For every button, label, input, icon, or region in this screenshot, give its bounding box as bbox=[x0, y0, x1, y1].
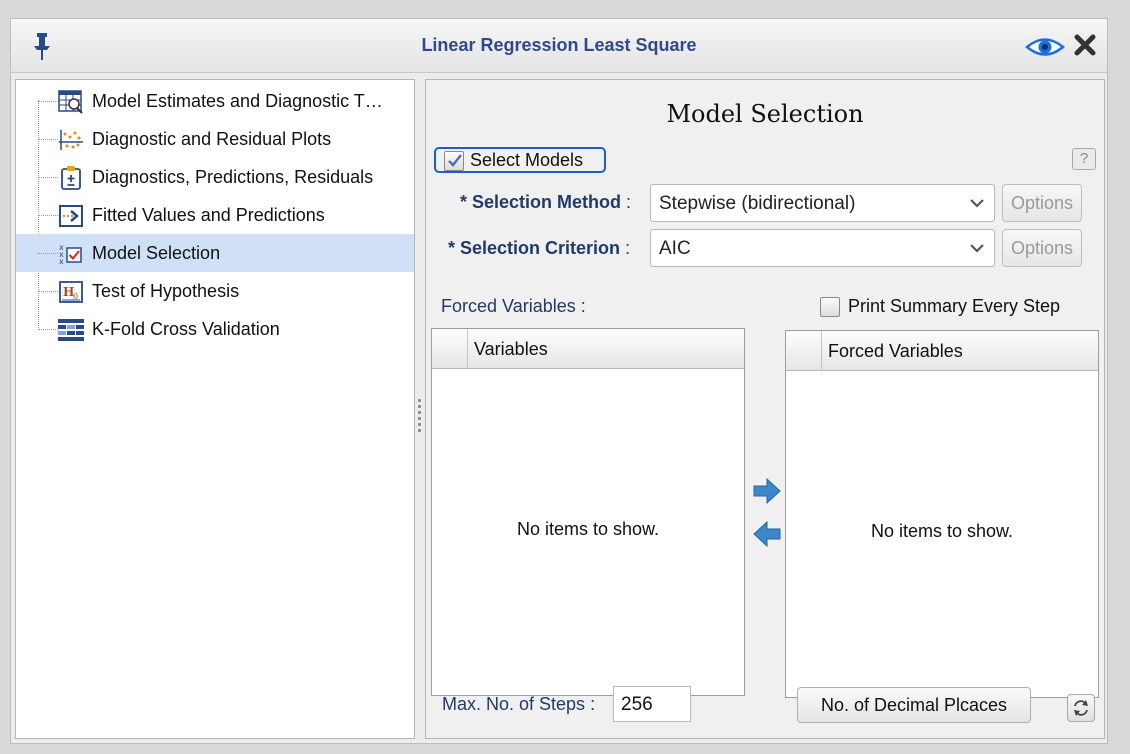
variables-empty-message: No items to show. bbox=[516, 519, 660, 539]
checkbox[interactable] bbox=[820, 297, 840, 317]
model-selection-panel: Model Selection Select Models ? * Select… bbox=[425, 79, 1105, 739]
check-icon bbox=[448, 154, 462, 167]
eye-icon[interactable] bbox=[1025, 36, 1065, 58]
max-steps-label: Max. No. of Steps : bbox=[442, 694, 595, 715]
main-window: Linear Regression Least Square Model Est… bbox=[10, 18, 1108, 744]
tree-item-fitted-values[interactable]: Fitted Values and Predictions bbox=[16, 196, 414, 234]
forced-variables-text: Forced Variables bbox=[441, 296, 576, 316]
colon: : bbox=[580, 296, 586, 316]
tree-item-label: Model Selection bbox=[92, 243, 221, 263]
colon: : bbox=[625, 238, 631, 258]
kfold-grid-icon bbox=[58, 319, 84, 341]
model-selection-icon: x x x bbox=[59, 243, 82, 266]
tree-item-label: K-Fold Cross Validation bbox=[92, 319, 280, 339]
select-all-cell[interactable] bbox=[432, 329, 468, 369]
clipboard-plusminus-icon bbox=[61, 166, 81, 190]
panel-splitter[interactable] bbox=[417, 399, 423, 439]
arrow-box-icon bbox=[59, 205, 83, 227]
title-bar: Linear Regression Least Square bbox=[11, 19, 1107, 73]
tree-item-diagnostics-predictions[interactable]: Diagnostics, Predictions, Residuals bbox=[16, 158, 414, 196]
selection-criterion-dropdown[interactable]: AIC bbox=[650, 229, 995, 267]
selection-method-value: Stepwise (bidirectional) bbox=[659, 193, 856, 214]
chevron-down-icon bbox=[970, 244, 984, 253]
colon: : bbox=[590, 694, 596, 714]
forced-variables-empty-message: No items to show. bbox=[870, 521, 1014, 541]
selection-method-label: * Selection Method : bbox=[460, 192, 631, 213]
print-summary-label: Print Summary Every Step bbox=[848, 296, 1061, 316]
help-button[interactable]: ? bbox=[1072, 148, 1096, 170]
colon: : bbox=[626, 192, 632, 212]
tree-item-label: Diagnostic and Residual Plots bbox=[92, 129, 332, 149]
forced-variables-label: Forced Variables : bbox=[441, 296, 586, 317]
tree-item-model-selection[interactable]: x x x Model Selection bbox=[16, 234, 414, 272]
decimal-places-button[interactable]: No. of Decimal Plcaces bbox=[797, 687, 1031, 723]
forced-variables-header-label: Forced Variables bbox=[828, 341, 963, 361]
navigation-tree: Model Estimates and Diagnostic T… Diagno… bbox=[15, 79, 415, 739]
checkbox[interactable] bbox=[444, 151, 464, 171]
selection-criterion-options-button[interactable]: Options bbox=[1002, 229, 1082, 267]
selection-criterion-text: * Selection Criterion bbox=[448, 238, 621, 258]
selection-method-options-button[interactable]: Options bbox=[1002, 184, 1082, 222]
max-steps-value: 256 bbox=[621, 694, 653, 715]
move-left-arrow-icon[interactable] bbox=[752, 520, 782, 548]
variables-list-header[interactable]: Variables bbox=[432, 329, 744, 369]
tree-item-label: Test of Hypothesis bbox=[92, 281, 240, 301]
selection-criterion-value: AIC bbox=[659, 238, 691, 259]
select-models-checkbox[interactable]: Select Models bbox=[434, 147, 606, 173]
max-steps-text: Max. No. of Steps bbox=[442, 694, 586, 714]
refresh-button[interactable] bbox=[1067, 694, 1095, 722]
max-steps-input[interactable]: 256 bbox=[613, 686, 691, 722]
forced-variables-list-header[interactable]: Forced Variables bbox=[786, 331, 1098, 371]
tree-item-diagnostic-plots[interactable]: Diagnostic and Residual Plots bbox=[16, 120, 414, 158]
panel-title: Model Selection bbox=[666, 100, 864, 128]
scatter-plot-icon bbox=[59, 130, 83, 150]
move-right-arrow-icon[interactable] bbox=[752, 477, 782, 505]
tree-item-model-estimates[interactable]: Model Estimates and Diagnostic T… bbox=[16, 82, 414, 120]
selection-method-dropdown[interactable]: Stepwise (bidirectional) bbox=[650, 184, 995, 222]
selection-criterion-label: * Selection Criterion : bbox=[448, 238, 630, 259]
variables-header-label: Variables bbox=[474, 339, 548, 359]
select-all-cell[interactable] bbox=[786, 331, 822, 371]
close-icon[interactable] bbox=[1073, 33, 1097, 57]
chevron-down-icon bbox=[970, 199, 984, 208]
tree-item-label: Model Estimates and Diagnostic T… bbox=[92, 91, 383, 111]
tree-item-test-hypothesis[interactable]: H 0 Test of Hypothesis bbox=[16, 272, 414, 310]
select-models-label: Select Models bbox=[470, 150, 584, 170]
variables-list[interactable]: Variables No items to show. bbox=[431, 328, 745, 696]
selection-method-text: * Selection Method bbox=[460, 192, 622, 212]
tree-item-kfold[interactable]: K-Fold Cross Validation bbox=[16, 310, 414, 348]
window-title: Linear Regression Least Square bbox=[421, 35, 697, 55]
refresh-icon bbox=[1074, 700, 1088, 716]
svg-text:x: x bbox=[59, 257, 64, 266]
forced-variables-list[interactable]: Forced Variables No items to show. bbox=[785, 330, 1099, 698]
tree-item-label: Diagnostics, Predictions, Residuals bbox=[92, 167, 374, 187]
table-magnifier-icon bbox=[58, 90, 83, 114]
hypothesis-icon: H 0 bbox=[59, 281, 83, 303]
tree-item-label: Fitted Values and Predictions bbox=[92, 205, 325, 225]
